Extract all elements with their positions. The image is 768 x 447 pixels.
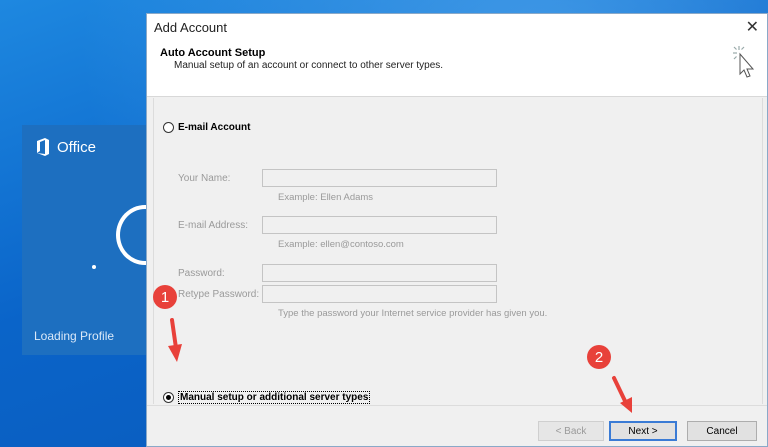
email-address-field[interactable] — [262, 216, 497, 234]
dialog-title: Add Account — [154, 20, 227, 35]
dialog-titlebar: Add Account ✕ — [147, 14, 767, 40]
retype-password-label: Retype Password: — [178, 289, 260, 300]
close-icon[interactable]: ✕ — [746, 17, 759, 37]
loading-dot-icon — [92, 265, 96, 269]
office-logo-text: Office — [57, 138, 96, 156]
email-account-option[interactable]: E-mail Account — [163, 122, 250, 133]
next-button[interactable]: Next > — [609, 421, 677, 441]
footer-divider — [147, 405, 767, 406]
loading-status: Loading Profile — [34, 329, 115, 343]
email-address-hint: Example: ellen@contoso.com — [278, 239, 404, 250]
cancel-button[interactable]: Cancel — [687, 421, 757, 441]
step-2-badge: 2 — [587, 345, 611, 369]
password-field[interactable] — [262, 264, 497, 282]
header-title: Auto Account Setup — [160, 47, 266, 59]
manual-setup-label: Manual setup or additional server types — [178, 391, 371, 404]
manual-setup-option[interactable]: Manual setup or additional server types — [163, 391, 371, 404]
wizard-cursor-icon — [733, 46, 755, 78]
retype-password-field[interactable] — [262, 285, 497, 303]
back-button[interactable]: < Back — [538, 421, 604, 441]
email-account-label: E-mail Account — [178, 122, 251, 133]
office-splash-screen: Office Loading Profile — [22, 125, 174, 355]
manual-setup-radio[interactable] — [163, 392, 174, 403]
add-account-dialog: Add Account ✕ Auto Account Setup Manual … — [146, 13, 768, 447]
password-label: Password: — [178, 268, 225, 279]
your-name-field[interactable] — [262, 169, 497, 187]
office-logo-icon — [37, 138, 49, 156]
your-name-hint: Example: Ellen Adams — [278, 192, 374, 203]
dialog-header: Auto Account Setup Manual setup of an ac… — [147, 40, 767, 97]
your-name-label: Your Name: — [178, 173, 231, 184]
dialog-content: E-mail Account Your Name: Example: Ellen… — [153, 98, 763, 404]
password-hint: Type the password your Internet service … — [278, 308, 548, 319]
step-2-arrow-icon — [612, 376, 632, 413]
header-subtitle: Manual setup of an account or connect to… — [174, 60, 444, 71]
office-logo: Office — [35, 138, 96, 156]
email-address-label: E-mail Address: — [178, 220, 249, 231]
step-1-arrow-icon — [168, 318, 182, 362]
step-1-badge: 1 — [153, 285, 177, 309]
email-account-radio[interactable] — [163, 122, 174, 133]
